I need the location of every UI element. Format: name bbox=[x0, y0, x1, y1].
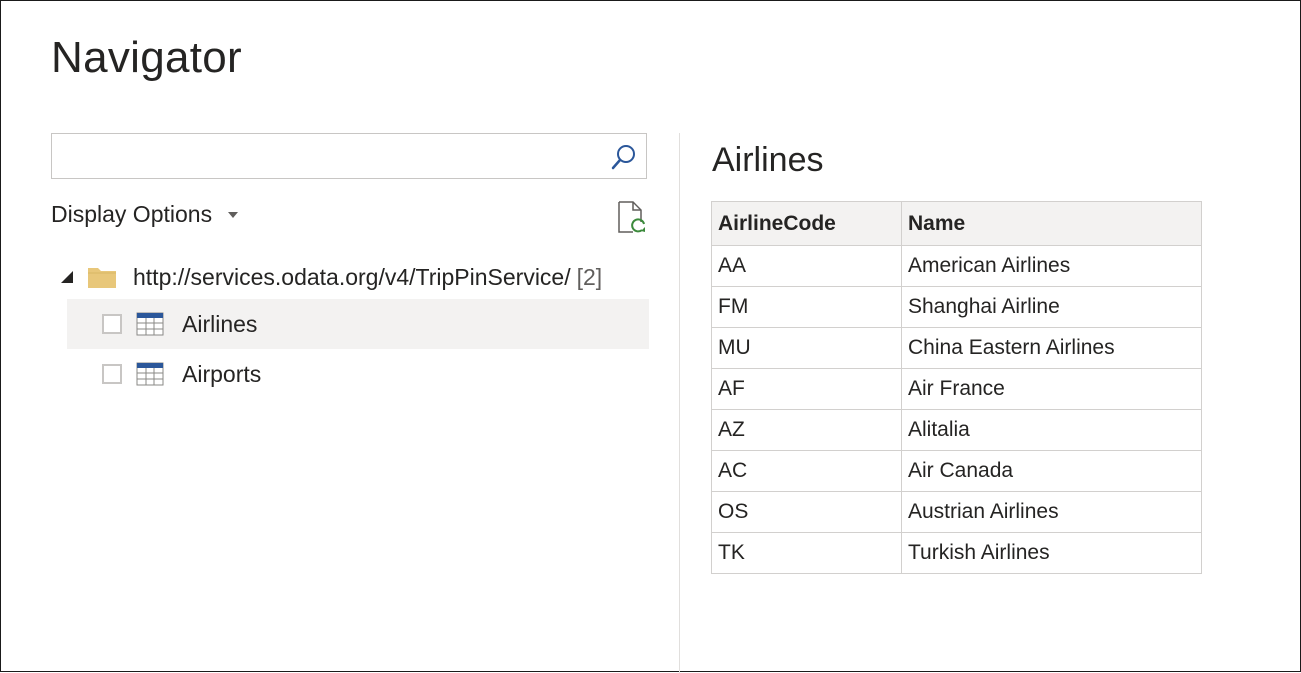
search-input[interactable] bbox=[58, 140, 602, 174]
checkbox-airlines[interactable] bbox=[102, 314, 122, 334]
table-cell: Turkish Airlines bbox=[901, 532, 1202, 574]
table-icon bbox=[136, 312, 164, 336]
table-cell: TK bbox=[711, 532, 902, 574]
tree-item-airlines[interactable]: Airlines bbox=[67, 299, 649, 349]
table-cell: FM bbox=[711, 286, 902, 328]
table-icon bbox=[136, 362, 164, 386]
table-row: AZ Alitalia bbox=[711, 409, 1202, 451]
pane-divider[interactable] bbox=[679, 133, 680, 673]
tree-root-node[interactable]: http://services.odata.org/v4/TripPinServ… bbox=[59, 259, 602, 295]
table-cell: AF bbox=[711, 368, 902, 410]
display-options-label: Display Options bbox=[51, 201, 213, 227]
tree-item-label: Airports bbox=[182, 360, 262, 387]
page-title: Navigator bbox=[51, 33, 243, 82]
search-box[interactable] bbox=[51, 133, 647, 179]
caret-down-icon bbox=[228, 211, 239, 218]
preview-title: Airlines bbox=[712, 141, 824, 179]
checkbox-airports[interactable] bbox=[102, 364, 122, 384]
tree-item-airports[interactable]: Airports bbox=[67, 349, 649, 399]
search-icon[interactable] bbox=[610, 143, 638, 171]
table-cell: Shanghai Airline bbox=[901, 286, 1202, 328]
table-cell: OS bbox=[711, 491, 902, 533]
table-row: TK Turkish Airlines bbox=[711, 532, 1202, 574]
column-header[interactable]: AirlineCode bbox=[711, 201, 902, 246]
column-header[interactable]: Name bbox=[901, 201, 1202, 246]
table-cell: AA bbox=[711, 245, 902, 287]
tree-root-count: [2] bbox=[576, 263, 603, 290]
navigator-window: Navigator Display Options http://service… bbox=[0, 0, 1301, 673]
table-cell: Air Canada bbox=[901, 450, 1202, 492]
table-cell: Air France bbox=[901, 368, 1202, 410]
table-cell: AZ bbox=[711, 409, 902, 451]
display-options-dropdown[interactable]: Display Options bbox=[51, 201, 240, 228]
table-row: AA American Airlines bbox=[711, 245, 1202, 287]
table-cell: Austrian Airlines bbox=[901, 491, 1202, 533]
table-cell: Alitalia bbox=[901, 409, 1202, 451]
table-row: OS Austrian Airlines bbox=[711, 491, 1202, 533]
refresh-icon[interactable] bbox=[615, 200, 647, 234]
table-header-row: AirlineCode Name bbox=[711, 201, 1202, 246]
table-cell: American Airlines bbox=[901, 245, 1202, 287]
table-cell: AC bbox=[711, 450, 902, 492]
table-cell: China Eastern Airlines bbox=[901, 327, 1202, 369]
folder-icon bbox=[88, 268, 116, 288]
table-row: AC Air Canada bbox=[711, 450, 1202, 492]
table-cell: MU bbox=[711, 327, 902, 369]
preview-table: AirlineCode Name AA American Airlines FM… bbox=[711, 201, 1202, 574]
tree-item-label: Airlines bbox=[182, 310, 258, 337]
expander-icon[interactable] bbox=[59, 269, 75, 285]
table-row: FM Shanghai Airline bbox=[711, 286, 1202, 328]
table-row: MU China Eastern Airlines bbox=[711, 327, 1202, 369]
table-row: AF Air France bbox=[711, 368, 1202, 410]
tree-root-label: http://services.odata.org/v4/TripPinServ… bbox=[133, 263, 571, 290]
